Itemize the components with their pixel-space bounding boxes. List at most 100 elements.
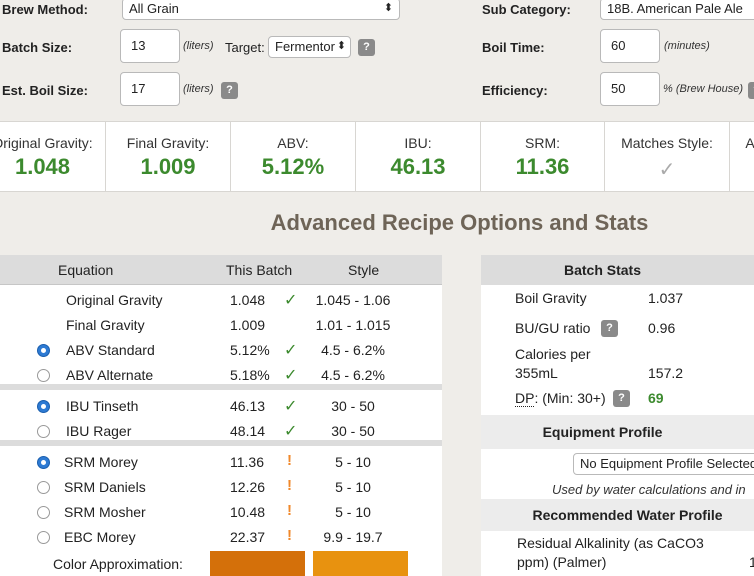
table-row[interactable]: IBU Tinseth 46.13 ✓ 30 - 50 bbox=[0, 396, 442, 418]
equation-radio[interactable] bbox=[37, 456, 50, 469]
stat-ibu: IBU: 46.13 bbox=[356, 122, 481, 191]
dropdown-arrow-icon: ⬍ bbox=[336, 40, 346, 52]
calories-label-line1: Calories per bbox=[515, 346, 591, 362]
table-row[interactable]: IBU Rager 48.14 ✓ 30 - 50 bbox=[0, 421, 442, 443]
equation-name: Final Gravity bbox=[66, 317, 145, 333]
this-batch-value: 46.13 bbox=[230, 398, 266, 414]
this-batch-value: 5.12% bbox=[230, 342, 270, 358]
warning-icon: ! bbox=[287, 502, 292, 519]
equation-name: IBU Tinseth bbox=[66, 398, 139, 414]
dp-label: DP: (Min: 30+) bbox=[515, 390, 606, 407]
style-range: 4.5 - 6.2% bbox=[321, 342, 385, 358]
equation-radio[interactable] bbox=[37, 369, 50, 382]
batch-size-label: Batch Size: bbox=[2, 40, 73, 55]
equation-radio[interactable] bbox=[37, 506, 50, 519]
table-row: Final Gravity 1.009 1.01 - 1.015 bbox=[0, 315, 442, 337]
this-batch-value: 22.37 bbox=[230, 529, 266, 545]
warning-icon: ! bbox=[287, 477, 292, 494]
bugu-value: 0.96 bbox=[648, 320, 676, 336]
efficiency-label: Efficiency: bbox=[482, 83, 548, 98]
style-range: 4.5 - 6.2% bbox=[321, 367, 385, 383]
style-range: 5 - 10 bbox=[335, 504, 371, 520]
equation-radio[interactable] bbox=[37, 481, 50, 494]
boil-size-help-icon[interactable]: ? bbox=[221, 82, 238, 99]
boil-time-input[interactable]: 60 bbox=[600, 29, 660, 63]
est-boil-size-input[interactable]: 17 bbox=[120, 72, 180, 106]
boil-gravity-value: 1.037 bbox=[648, 290, 684, 306]
dp-help-icon[interactable]: ? bbox=[613, 390, 630, 407]
equipment-note: Used by water calculations and in bbox=[552, 482, 746, 497]
dp-value: 69 bbox=[648, 390, 664, 406]
style-range: 30 - 50 bbox=[331, 398, 375, 414]
this-batch-value: 10.48 bbox=[230, 504, 266, 520]
this-batch-value: 1.048 bbox=[230, 292, 266, 308]
table-row: Original Gravity 1.048 ✓ 1.045 - 1.06 bbox=[0, 290, 442, 312]
est-boil-size-label: Est. Boil Size: bbox=[2, 83, 88, 98]
equation-name: Original Gravity bbox=[66, 292, 163, 308]
table-row[interactable]: EBC Morey 22.37! 9.9 - 19.7 bbox=[0, 527, 442, 549]
sub-category-select[interactable]: 18B. American Pale Ale bbox=[600, 0, 754, 20]
style-range: 1.01 - 1.015 bbox=[315, 317, 391, 333]
stat-srm: SRM: 11.36 bbox=[481, 122, 605, 191]
equipment-profile-header: Equipment Profile bbox=[481, 415, 754, 449]
equation-name: EBC Morey bbox=[64, 529, 136, 545]
equation-radio[interactable] bbox=[37, 531, 50, 544]
stat-matches-style: Matches Style: ✓ bbox=[605, 122, 730, 191]
residual-alkalinity-value: 1 bbox=[749, 554, 754, 570]
check-icon: ✓ bbox=[284, 367, 298, 384]
efficiency-help-icon[interactable]: ? bbox=[748, 82, 754, 99]
target-select[interactable]: Fermentor ⬍ bbox=[268, 36, 351, 58]
check-icon: ✓ bbox=[284, 423, 298, 440]
color-approx-label: Color Approximation: bbox=[53, 556, 183, 572]
efficiency-input[interactable]: 50 bbox=[600, 72, 660, 106]
warning-icon: ! bbox=[287, 452, 292, 469]
equation-name: ABV Alternate bbox=[66, 367, 154, 383]
this-batch-value: 48.14 bbox=[230, 423, 266, 439]
equation-name: SRM Morey bbox=[64, 454, 138, 470]
batch-color-swatch bbox=[210, 551, 305, 576]
equation-radio[interactable] bbox=[37, 400, 50, 413]
stat-extra: A bbox=[745, 135, 754, 151]
warning-icon: ! bbox=[287, 527, 292, 544]
bugu-label: BU/GU ratio bbox=[515, 320, 591, 336]
this-batch-value: 1.009 bbox=[230, 317, 266, 333]
residual-alkalinity-label-line1: Residual Alkalinity (as CaCO3 bbox=[517, 535, 704, 551]
style-range: 30 - 50 bbox=[331, 423, 375, 439]
check-icon: ✓ bbox=[284, 342, 298, 359]
stats-bar: Original Gravity: 1.048 Final Gravity: 1… bbox=[0, 121, 754, 192]
batch-stats-panel: Batch Stats Boil Gravity 1.037 BU/GU rat… bbox=[481, 255, 754, 576]
matches-style-check-icon: ✓ bbox=[658, 159, 676, 181]
check-icon: ✓ bbox=[284, 292, 298, 309]
boil-time-label: Boil Time: bbox=[482, 40, 545, 55]
target-label: Target: bbox=[225, 40, 265, 55]
bugu-help-icon[interactable]: ? bbox=[601, 320, 618, 337]
table-row[interactable]: SRM Morey 11.36! 5 - 10 bbox=[0, 452, 442, 474]
table-row[interactable]: SRM Daniels 12.26! 5 - 10 bbox=[0, 477, 442, 499]
batch-stats-header: Batch Stats bbox=[481, 255, 754, 285]
style-range: 5 - 10 bbox=[335, 454, 371, 470]
residual-alkalinity-label-line2: ppm) (Palmer) bbox=[517, 554, 607, 570]
stat-final-gravity: Final Gravity: 1.009 bbox=[106, 122, 231, 191]
equation-radio[interactable] bbox=[37, 344, 50, 357]
equation-radio[interactable] bbox=[37, 425, 50, 438]
table-row[interactable]: ABV Alternate 5.18% ✓ 4.5 - 6.2% bbox=[0, 365, 442, 387]
equation-name: SRM Mosher bbox=[64, 504, 146, 520]
batch-size-input[interactable]: 13 bbox=[120, 29, 180, 63]
this-batch-value: 5.18% bbox=[230, 367, 270, 383]
equation-table-header: Equation This Batch Style bbox=[0, 255, 442, 285]
this-batch-value: 12.26 bbox=[230, 479, 266, 495]
style-range: 9.9 - 19.7 bbox=[323, 529, 383, 545]
target-help-icon[interactable]: ? bbox=[358, 39, 375, 56]
this-batch-value: 11.36 bbox=[230, 454, 264, 470]
boil-gravity-label: Boil Gravity bbox=[515, 290, 587, 306]
stat-abv: ABV: 5.12% bbox=[231, 122, 356, 191]
check-icon: ✓ bbox=[284, 398, 298, 415]
table-row[interactable]: ABV Standard 5.12% ✓ 4.5 - 6.2% bbox=[0, 340, 442, 362]
est-boil-size-unit: (liters) bbox=[183, 83, 214, 95]
stat-original-gravity: Original Gravity: 1.048 bbox=[0, 122, 106, 191]
style-color-swatch bbox=[313, 551, 408, 576]
advanced-options-title: Advanced Recipe Options and Stats bbox=[270, 210, 649, 235]
brew-method-select[interactable]: All Grain ⬍ bbox=[122, 0, 400, 20]
table-row[interactable]: SRM Mosher 10.48! 5 - 10 bbox=[0, 502, 442, 524]
equipment-profile-select[interactable]: No Equipment Profile Selected bbox=[573, 453, 754, 475]
